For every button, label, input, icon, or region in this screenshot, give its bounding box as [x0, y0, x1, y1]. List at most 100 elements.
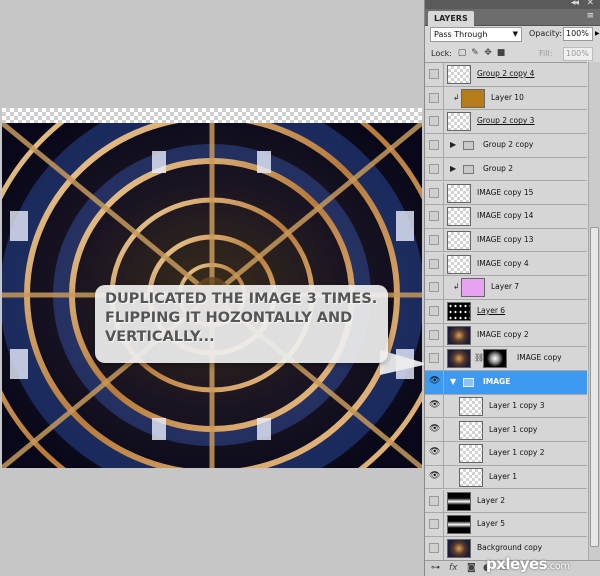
layer-row[interactable]: 👁 ▼ IMAGE: [425, 371, 587, 395]
layer-row[interactable]: Layer 2: [425, 489, 587, 514]
scrollbar-thumb[interactable]: [590, 227, 599, 547]
visibility-toggle[interactable]: [425, 276, 444, 299]
link-icon[interactable]: ⊶: [431, 563, 440, 573]
fill-field[interactable]: 100%: [563, 47, 593, 61]
visibility-toggle[interactable]: [425, 347, 444, 370]
layer-thumbnail: [447, 207, 471, 227]
layer-name: Layer 5: [477, 519, 506, 529]
layer-row[interactable]: ↲ Layer 10: [425, 86, 587, 111]
layers-scrollbar[interactable]: [588, 62, 600, 560]
panel-title-bar[interactable]: ◂◂ ✕: [425, 0, 600, 9]
layer-thumbnail: [447, 183, 471, 203]
visibility-toggle[interactable]: [425, 110, 444, 133]
layer-thumbnail: [447, 515, 471, 535]
layer-row[interactable]: IMAGE copy 4: [425, 252, 587, 277]
layer-name: IMAGE copy 4: [477, 258, 529, 268]
layer-thumbnail: [459, 396, 483, 416]
layer-row[interactable]: IMAGE copy 13: [425, 228, 587, 253]
mask-icon[interactable]: ◙: [467, 563, 476, 573]
visibility-toggle[interactable]: [425, 181, 444, 204]
visibility-toggle[interactable]: [425, 252, 444, 276]
visibility-toggle[interactable]: [425, 300, 444, 323]
layer-thumbnail: [447, 254, 471, 274]
lock-row: Lock: ▢ ✎ ✥ ■ Fill: 100%: [425, 46, 600, 62]
blend-mode-select[interactable]: Pass Through ▼: [430, 27, 522, 42]
visibility-toggle[interactable]: [425, 86, 444, 110]
visibility-toggle[interactable]: 👁: [425, 371, 444, 394]
layer-name: Layer 1: [489, 471, 518, 481]
lock-position-icon[interactable]: ✥: [483, 48, 493, 58]
visibility-toggle[interactable]: [425, 134, 444, 157]
chevron-down-icon: ▼: [512, 30, 518, 38]
visibility-toggle[interactable]: 👁: [425, 418, 444, 441]
layer-row[interactable]: IMAGE copy 15: [425, 181, 587, 205]
visibility-toggle[interactable]: [425, 323, 444, 347]
layer-row[interactable]: Group 2 copy 3: [425, 110, 587, 134]
opacity-slider-icon[interactable]: ▶: [595, 30, 600, 37]
chevron-right-icon[interactable]: ▶: [450, 164, 456, 173]
hidden-eye-box: [429, 116, 439, 127]
hidden-eye-box: [429, 543, 439, 553]
layer-row[interactable]: Layer 6: [425, 300, 587, 324]
layer-thumbnail: [459, 420, 483, 440]
visibility-toggle[interactable]: 👁: [425, 465, 444, 489]
fx-icon[interactable]: fx: [449, 563, 458, 573]
layer-thumbnail: [447, 349, 471, 369]
layer-name: Layer 1 copy 3: [489, 400, 545, 410]
layer-thumbnail: [447, 325, 471, 345]
eye-icon: 👁: [429, 447, 441, 458]
watermark-logo: pxleyes.com: [486, 555, 570, 573]
tab-layers[interactable]: LAYERS: [428, 11, 474, 26]
layer-row[interactable]: ↲ Layer 7: [425, 276, 587, 300]
lock-pixels-icon[interactable]: ✎: [470, 48, 480, 58]
layer-name: IMAGE: [483, 377, 511, 387]
layer-row[interactable]: IMAGE copy 14: [425, 205, 587, 229]
visibility-toggle[interactable]: [425, 157, 444, 181]
layer-thumbnail: [447, 302, 471, 321]
lock-transparency-icon[interactable]: ▢: [457, 48, 467, 58]
canvas-workspace[interactable]: DUPLICATED THE IMAGE 3 TIMES. FLIPPING I…: [0, 0, 428, 576]
layer-name: Layer 2: [477, 495, 506, 505]
layer-row[interactable]: 👁 Layer 1 copy 2: [425, 442, 587, 466]
lock-all-icon[interactable]: ■: [496, 48, 506, 58]
layer-row[interactable]: ▶ Group 2: [425, 157, 587, 182]
layer-row[interactable]: Layer 5: [425, 513, 587, 537]
chevron-right-icon[interactable]: ▶: [450, 140, 456, 149]
clipping-mask-icon: ↲: [453, 92, 460, 102]
layer-thumbnail: [459, 467, 483, 487]
hidden-eye-box: [429, 258, 439, 269]
layer-row[interactable]: ⛓ IMAGE copy: [425, 347, 587, 371]
chevron-down-icon[interactable]: ▼: [450, 377, 456, 386]
eye-icon: 👁: [429, 399, 441, 410]
visibility-toggle[interactable]: [425, 205, 444, 228]
blend-row: Pass Through ▼ Opacity: 100% ▶: [425, 26, 600, 44]
layer-name: Group 2 copy 4: [477, 69, 535, 78]
close-panel-icon[interactable]: ✕: [586, 0, 594, 8]
panel-menu-icon[interactable]: ≡: [586, 11, 594, 21]
visibility-toggle[interactable]: [425, 489, 444, 513]
layers-list[interactable]: Group 2 copy 4 ↲ Layer 10 Group 2 copy 3 ▶ Gr…: [425, 62, 587, 560]
layer-row[interactable]: 👁 Layer 1 copy 3: [425, 394, 587, 419]
visibility-toggle[interactable]: [425, 63, 444, 86]
collapse-panel-icon[interactable]: ◂◂: [571, 0, 579, 8]
layer-row[interactable]: Group 2 copy 4: [425, 63, 587, 87]
folder-icon: [463, 141, 474, 151]
layer-thumbnail: [461, 278, 485, 298]
panel-tab-bar: LAYERS ≡: [425, 9, 600, 26]
watermark-brand: pxleyes: [486, 555, 548, 573]
layer-mask-thumbnail[interactable]: [483, 349, 507, 369]
layer-row[interactable]: 👁 Layer 1 copy: [425, 418, 587, 442]
opacity-field[interactable]: 100%: [563, 27, 593, 41]
layer-name: Background copy: [477, 543, 543, 552]
layer-name: Group 2 copy 3: [477, 116, 535, 126]
visibility-toggle[interactable]: 👁: [425, 442, 444, 465]
visibility-toggle[interactable]: [425, 537, 444, 560]
visibility-toggle[interactable]: 👁: [425, 394, 444, 418]
visibility-toggle[interactable]: [425, 513, 444, 536]
layer-name: Layer 1 copy: [489, 424, 538, 434]
lock-label: Lock:: [431, 49, 452, 58]
layer-row[interactable]: ▶ Group 2 copy: [425, 134, 587, 158]
layer-row[interactable]: 👁 Layer 1: [425, 465, 587, 490]
layer-row[interactable]: IMAGE copy 2: [425, 323, 587, 348]
visibility-toggle[interactable]: [425, 228, 444, 252]
